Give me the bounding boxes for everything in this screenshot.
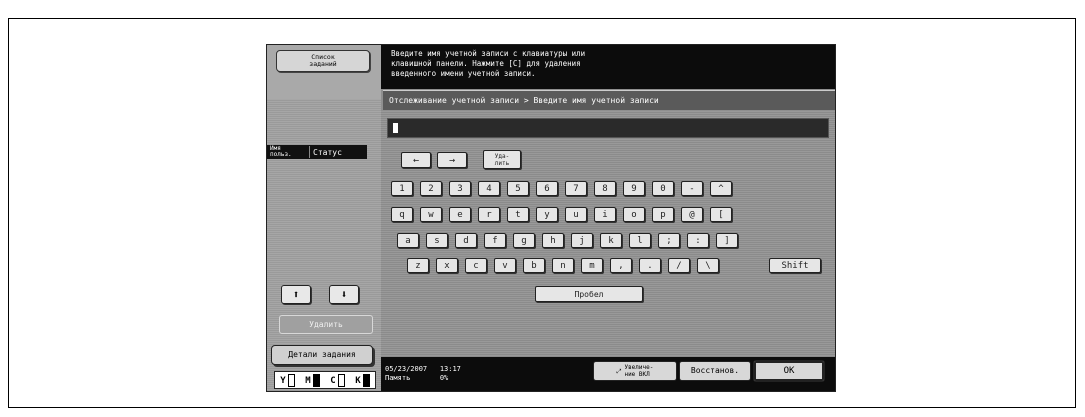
key-row1-5[interactable]: 6 <box>536 181 558 196</box>
key-row4-6[interactable]: m <box>581 258 603 273</box>
key-row2-9[interactable]: p <box>652 207 674 222</box>
key-row1-7[interactable]: 8 <box>594 181 616 196</box>
key-row3-8[interactable]: l <box>629 233 651 248</box>
key-row2-7[interactable]: i <box>594 207 616 222</box>
memory-label: Память <box>385 374 411 382</box>
key-row1-4[interactable]: 5 <box>507 181 529 196</box>
header-user: Имя польз. <box>267 146 310 158</box>
key-row1-0[interactable]: 1 <box>391 181 413 196</box>
key-row2-2[interactable]: e <box>449 207 471 222</box>
key-row1-3[interactable]: 4 <box>478 181 500 196</box>
key-row4-5[interactable]: n <box>552 258 574 273</box>
key-row3-7[interactable]: k <box>600 233 622 248</box>
magnifier-icon: ⤢ <box>616 367 622 375</box>
job-list-button[interactable]: Список заданий <box>276 50 370 72</box>
toner-indicator: Y M C K <box>274 371 376 389</box>
key-row1-6[interactable]: 7 <box>565 181 587 196</box>
job-details-button[interactable]: Детали задания <box>271 345 373 365</box>
header-status: Статус <box>313 147 342 157</box>
instruction-message: Введите имя учетной записи с клавиатуры … <box>381 45 835 89</box>
message-line: Введите имя учетной записи с клавиатуры … <box>391 49 586 58</box>
job-list-header: Имя польз. Статус <box>267 145 367 159</box>
key-row2-3[interactable]: r <box>478 207 500 222</box>
key-row4-8[interactable]: . <box>639 258 661 273</box>
scroll-down-button[interactable]: ⬇ <box>329 285 359 304</box>
account-name-input[interactable] <box>387 118 829 138</box>
key-row3-1[interactable]: s <box>426 233 448 248</box>
key-row2-4[interactable]: t <box>507 207 529 222</box>
key-row4-0[interactable]: z <box>407 258 429 273</box>
key-row3-6[interactable]: j <box>571 233 593 248</box>
key-row4-3[interactable]: v <box>494 258 516 273</box>
key-row3-3[interactable]: f <box>484 233 506 248</box>
key-row1-9[interactable]: 0 <box>652 181 674 196</box>
delete-job-button[interactable]: Удалить <box>279 315 373 334</box>
key-row1-8[interactable]: 9 <box>623 181 645 196</box>
breadcrumb: Отслеживание учетной записи > Введите им… <box>383 90 835 110</box>
keyboard-area: ← → Уда- лить Shift Пробел 1 2 3 4 5 6 7 8 9 0- ^ q… <box>381 111 835 357</box>
key-row3-5[interactable]: h <box>542 233 564 248</box>
key-row3-4[interactable]: g <box>513 233 535 248</box>
delete-char-button[interactable]: Уда- лить <box>483 150 521 169</box>
message-line: клавишной панели. Нажмите [C] для удален… <box>391 59 581 68</box>
key-row3-9[interactable]: ; <box>658 233 680 248</box>
key-row2-6[interactable]: u <box>565 207 587 222</box>
memory-value: 0% <box>439 374 449 382</box>
space-key[interactable]: Пробел <box>535 286 643 302</box>
control-panel-screen: Список заданий Имя польз. Статус ⬆ ⬇ Уда… <box>266 44 836 392</box>
key-row4-1[interactable]: x <box>436 258 458 273</box>
key-row3-10[interactable]: : <box>687 233 709 248</box>
key-row2-10[interactable]: @ <box>681 207 703 222</box>
key-row4-10[interactable]: \ <box>697 258 719 273</box>
key-row4-9[interactable]: / <box>668 258 690 273</box>
zoom-display-button[interactable]: ⤢ Увеличе- ние ВКЛ <box>593 361 677 381</box>
date-time: 05/23/2007 13:17 Память 0% <box>385 365 461 383</box>
key-row2-5[interactable]: y <box>536 207 558 222</box>
key-row2-8[interactable]: o <box>623 207 645 222</box>
left-panel: Список заданий Имя польз. Статус ⬆ ⬇ Уда… <box>267 45 381 391</box>
key-row4-7[interactable]: , <box>610 258 632 273</box>
time: 13:17 <box>439 365 461 373</box>
message-line: введенного имени учетной записи. <box>391 69 536 78</box>
cursor-right-button[interactable]: → <box>437 152 467 168</box>
status-bar: 05/23/2007 13:17 Память 0% ⤢ Увеличе- ни… <box>381 357 835 391</box>
ok-button[interactable]: OK <box>753 360 825 382</box>
toner-k: K <box>355 373 370 387</box>
date: 05/23/2007 <box>385 365 428 373</box>
key-row4-4[interactable]: b <box>523 258 545 273</box>
key-row3-0[interactable]: a <box>397 233 419 248</box>
toner-y: Y <box>280 373 295 387</box>
key-row1-11[interactable]: ^ <box>710 181 732 196</box>
key-row3-11[interactable]: ] <box>716 233 738 248</box>
toner-m: M <box>305 373 320 387</box>
key-row2-0[interactable]: q <box>391 207 413 222</box>
shift-key[interactable]: Shift <box>769 258 821 273</box>
key-row3-2[interactable]: d <box>455 233 477 248</box>
reset-button[interactable]: Восстанов. <box>679 361 751 381</box>
key-row1-2[interactable]: 3 <box>449 181 471 196</box>
zoom-label: Увеличе- ние ВКЛ <box>624 364 654 378</box>
scroll-up-button[interactable]: ⬆ <box>281 285 311 304</box>
cursor-left-button[interactable]: ← <box>401 152 431 168</box>
key-row4-2[interactable]: c <box>465 258 487 273</box>
text-cursor <box>393 123 398 133</box>
toner-c: C <box>330 373 345 387</box>
key-row1-1[interactable]: 2 <box>420 181 442 196</box>
key-row2-11[interactable]: [ <box>710 207 732 222</box>
key-row2-1[interactable]: w <box>420 207 442 222</box>
key-row1-10[interactable]: - <box>681 181 703 196</box>
